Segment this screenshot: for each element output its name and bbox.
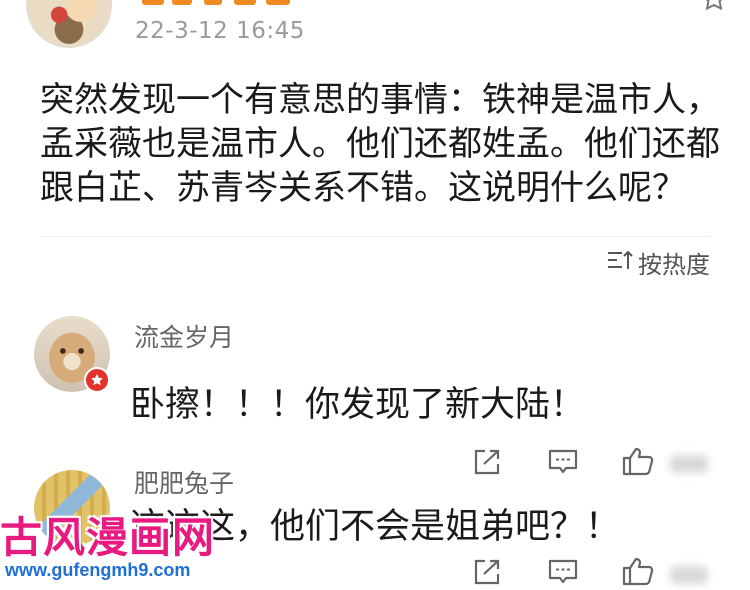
like-icon[interactable] bbox=[622, 556, 656, 586]
commenter-name[interactable]: 流金岁月 bbox=[134, 318, 234, 354]
watermark-url: www.gufengmh9.com bbox=[5, 560, 191, 580]
like-icon[interactable] bbox=[622, 446, 656, 476]
post-text-line: 跟白芷、苏青岑关系不错。这说明什么呢？ bbox=[40, 168, 686, 208]
section-divider bbox=[40, 236, 710, 237]
post-content: 突然发现一个有意思的事情：铁神是温市人， 孟采薇也是温市人。他们还都姓孟。他们还… bbox=[40, 78, 730, 210]
sort-by-hot-button[interactable]: 按热度 bbox=[606, 246, 712, 279]
comment-icon[interactable] bbox=[548, 558, 578, 586]
post-text-line: 突然发现一个有意思的事情：铁神是温市人， bbox=[40, 80, 720, 120]
star-badge-icon bbox=[84, 367, 110, 393]
sort-label: 按热度 bbox=[638, 250, 710, 279]
author-avatar-image bbox=[26, 0, 112, 48]
comment-text: 卧擦！！！你发现了新大陆！ bbox=[130, 385, 586, 425]
watermark-site-name: 古风漫画网 bbox=[0, 513, 216, 562]
share-icon[interactable] bbox=[472, 448, 502, 476]
post-timestamp: 22-3-12 16:45 bbox=[135, 18, 305, 44]
like-count-blurred bbox=[670, 455, 708, 473]
comment-icon[interactable] bbox=[548, 448, 578, 476]
more-icon[interactable] bbox=[700, 0, 728, 10]
sort-icon bbox=[606, 248, 634, 276]
author-avatar[interactable] bbox=[24, 0, 114, 50]
commenter-name[interactable]: 肥肥兔子 bbox=[134, 464, 234, 500]
like-count-blurred bbox=[670, 566, 708, 584]
post-text-line: 孟采薇也是温市人。他们还都姓孟。他们还都 bbox=[40, 124, 720, 164]
author-name[interactable] bbox=[138, 0, 308, 6]
share-icon[interactable] bbox=[472, 558, 502, 586]
